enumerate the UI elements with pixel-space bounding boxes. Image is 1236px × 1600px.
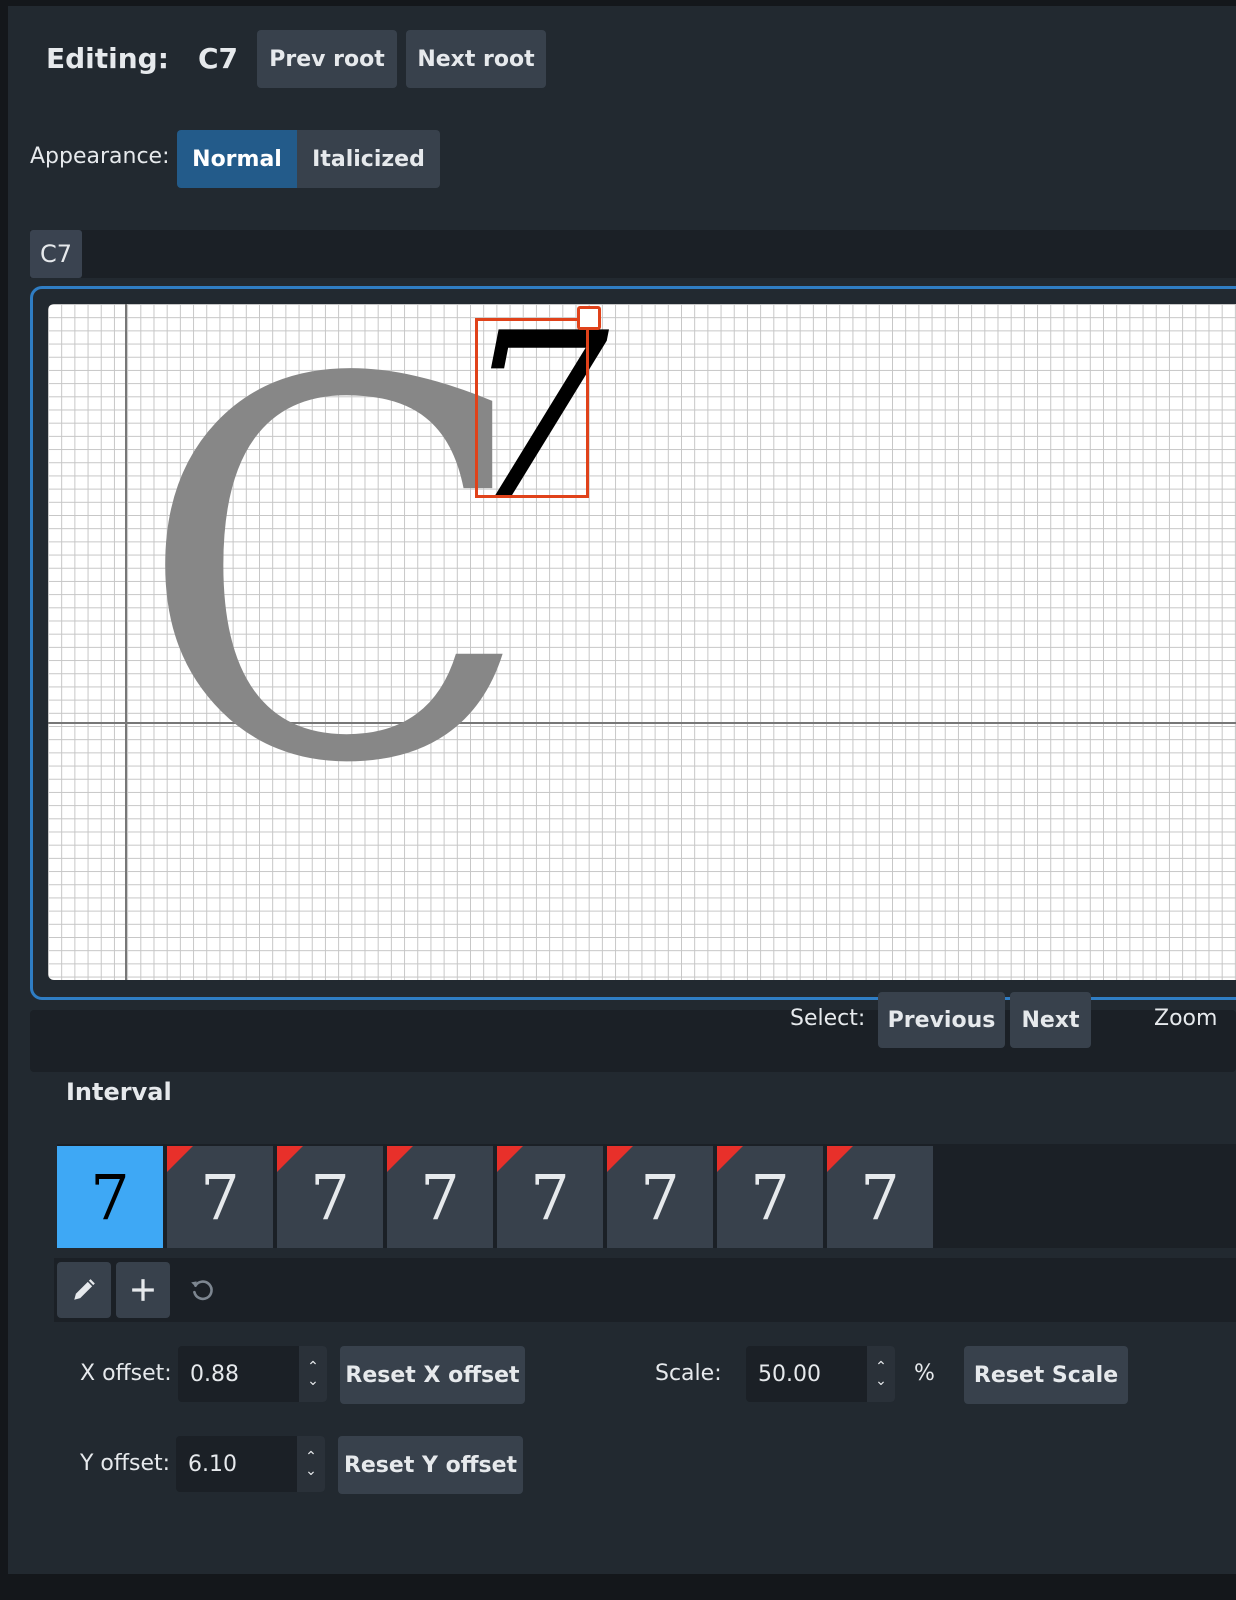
chevron-up-icon[interactable]: ⌃ — [307, 1360, 319, 1374]
chevron-down-icon[interactable]: ⌄ — [307, 1374, 319, 1388]
x-offset-value: 0.88 — [190, 1361, 239, 1387]
editing-label: Editing: — [46, 42, 169, 75]
select-next-button[interactable]: Next — [1010, 992, 1091, 1048]
edited-marker — [827, 1146, 853, 1172]
chevron-up-icon[interactable]: ⌃ — [875, 1360, 887, 1374]
interval-cell-glyph: 7 — [420, 1160, 460, 1234]
edited-marker — [387, 1146, 413, 1172]
scale-unit: % — [914, 1361, 935, 1386]
chevron-down-icon[interactable]: ⌄ — [875, 1374, 887, 1388]
chevron-down-icon[interactable]: ⌄ — [305, 1464, 317, 1478]
chevron-up-icon[interactable]: ⌃ — [305, 1450, 317, 1464]
y-offset-value: 6.10 — [188, 1451, 237, 1477]
interval-cell[interactable]: 7 — [387, 1146, 495, 1248]
select-previous-button[interactable]: Previous — [878, 992, 1005, 1048]
edited-marker — [607, 1146, 633, 1172]
add-button[interactable] — [116, 1262, 170, 1318]
canvas-tab-c7[interactable]: C7 — [30, 230, 82, 278]
select-label: Select: — [790, 1006, 866, 1031]
vertical-axis — [125, 304, 127, 980]
edited-marker — [167, 1146, 193, 1172]
interval-cell[interactable]: 7 — [827, 1146, 935, 1248]
plus-icon — [132, 1279, 154, 1301]
next-root-button[interactable]: Next root — [406, 30, 546, 88]
interval-cell-glyph: 7 — [640, 1160, 680, 1234]
edited-marker — [497, 1146, 523, 1172]
x-offset-field[interactable]: 0.88 ⌃ ⌄ — [178, 1346, 327, 1402]
scale-stepper[interactable]: ⌃ ⌄ — [867, 1346, 895, 1402]
interval-heading: Interval — [66, 1078, 172, 1106]
scale-field[interactable]: 50.00 ⌃ ⌄ — [746, 1346, 895, 1402]
interval-cell[interactable]: 7 — [607, 1146, 715, 1248]
edit-button[interactable] — [57, 1262, 111, 1318]
interval-cell-glyph: 7 — [530, 1160, 570, 1234]
y-offset-field[interactable]: 6.10 ⌃ ⌄ — [176, 1436, 325, 1492]
interval-cell[interactable]: 7 — [277, 1146, 385, 1248]
prev-root-button[interactable]: Prev root — [257, 30, 397, 88]
reset-button[interactable] — [175, 1262, 229, 1318]
edited-marker — [717, 1146, 743, 1172]
y-offset-label: Y offset: — [80, 1451, 171, 1476]
reset-scale-button[interactable]: Reset Scale — [964, 1346, 1128, 1404]
interval-cell[interactable]: 7 — [57, 1146, 165, 1248]
edited-marker — [277, 1146, 303, 1172]
reset-x-offset-button[interactable]: Reset X offset — [340, 1346, 525, 1404]
selection-box[interactable] — [475, 318, 589, 498]
scale-label: Scale: — [655, 1361, 722, 1386]
zoom-label: Zoom — [1154, 1006, 1218, 1031]
canvas-tab-bar — [30, 230, 1236, 278]
resize-handle[interactable] — [577, 306, 601, 330]
interval-cell-glyph: 7 — [750, 1160, 790, 1234]
interval-cell-glyph: 7 — [200, 1160, 240, 1234]
interval-cell[interactable]: 7 — [497, 1146, 605, 1248]
pencil-icon — [74, 1279, 95, 1300]
interval-toolbar — [54, 1258, 1236, 1322]
appearance-italicized-option[interactable]: Italicized — [297, 130, 440, 188]
scale-value: 50.00 — [758, 1361, 821, 1387]
interval-cell[interactable]: 7 — [717, 1146, 825, 1248]
interval-cell-glyph: 7 — [860, 1160, 900, 1234]
interval-cell[interactable]: 7 — [167, 1146, 275, 1248]
appearance-label: Appearance: — [30, 144, 170, 169]
x-offset-label: X offset: — [80, 1361, 172, 1386]
y-offset-stepper[interactable]: ⌃ ⌄ — [297, 1436, 325, 1492]
reset-y-offset-button[interactable]: Reset Y offset — [338, 1436, 523, 1494]
appearance-normal-option[interactable]: Normal — [177, 130, 297, 188]
rotate-ccw-icon — [191, 1280, 213, 1301]
editing-chord-name: C7 — [198, 42, 239, 75]
interval-cell-glyph: 7 — [310, 1160, 350, 1234]
glyph-editor-canvas[interactable]: C 7 — [48, 304, 1236, 980]
x-offset-stepper[interactable]: ⌃ ⌄ — [299, 1346, 327, 1402]
